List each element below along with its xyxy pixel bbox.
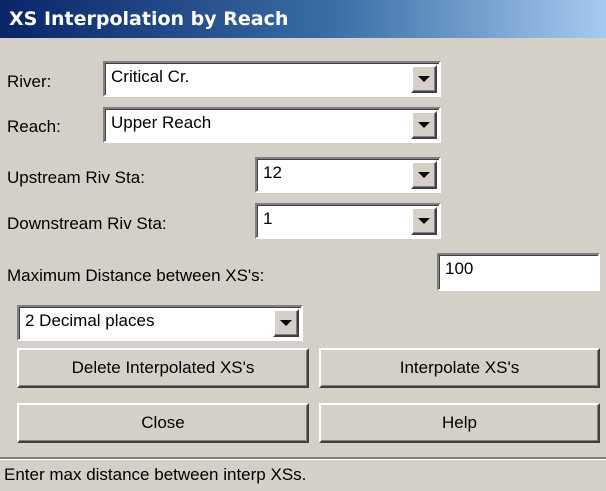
reach-value: Upper Reach (111, 113, 212, 132)
decimal-places-select[interactable]: 2 Decimal places (17, 305, 303, 341)
max-distance-value: 100 (445, 259, 474, 278)
delete-interpolated-button[interactable]: Delete Interpolated XS's (17, 348, 309, 388)
interpolate-button[interactable]: Interpolate XS's (319, 348, 600, 388)
close-button[interactable]: Close (17, 403, 309, 443)
status-bar: Enter max distance between interp XSs. (0, 457, 606, 491)
chevron-down-icon (418, 172, 430, 178)
downstream-label: Downstream Riv Sta: (7, 214, 167, 233)
river-select[interactable]: Critical Cr. (103, 61, 441, 97)
decimal-places-value: 2 Decimal places (25, 311, 155, 330)
downstream-select[interactable]: 1 (255, 203, 441, 239)
max-distance-label: Maximum Distance between XS's: (7, 266, 265, 285)
window-title: XS Interpolation by Reach (0, 0, 606, 38)
reach-dropdown-button[interactable] (411, 111, 437, 139)
upstream-label: Upstream Riv Sta: (7, 168, 145, 187)
chevron-down-icon (418, 122, 430, 128)
river-label: River: (7, 72, 52, 91)
help-button[interactable]: Help (319, 403, 600, 443)
reach-select[interactable]: Upper Reach (103, 107, 441, 143)
downstream-dropdown-button[interactable] (411, 207, 437, 235)
upstream-value: 12 (263, 163, 282, 182)
chevron-down-icon (280, 320, 292, 326)
max-distance-input[interactable]: 100 (437, 253, 600, 291)
downstream-value: 1 (263, 209, 273, 228)
upstream-dropdown-button[interactable] (411, 161, 437, 189)
decimal-dropdown-button[interactable] (273, 309, 299, 337)
upstream-select[interactable]: 12 (255, 157, 441, 193)
river-dropdown-button[interactable] (411, 65, 437, 93)
reach-label: Reach: (7, 117, 61, 136)
river-value: Critical Cr. (111, 67, 190, 86)
chevron-down-icon (418, 76, 430, 82)
chevron-down-icon (418, 218, 430, 224)
